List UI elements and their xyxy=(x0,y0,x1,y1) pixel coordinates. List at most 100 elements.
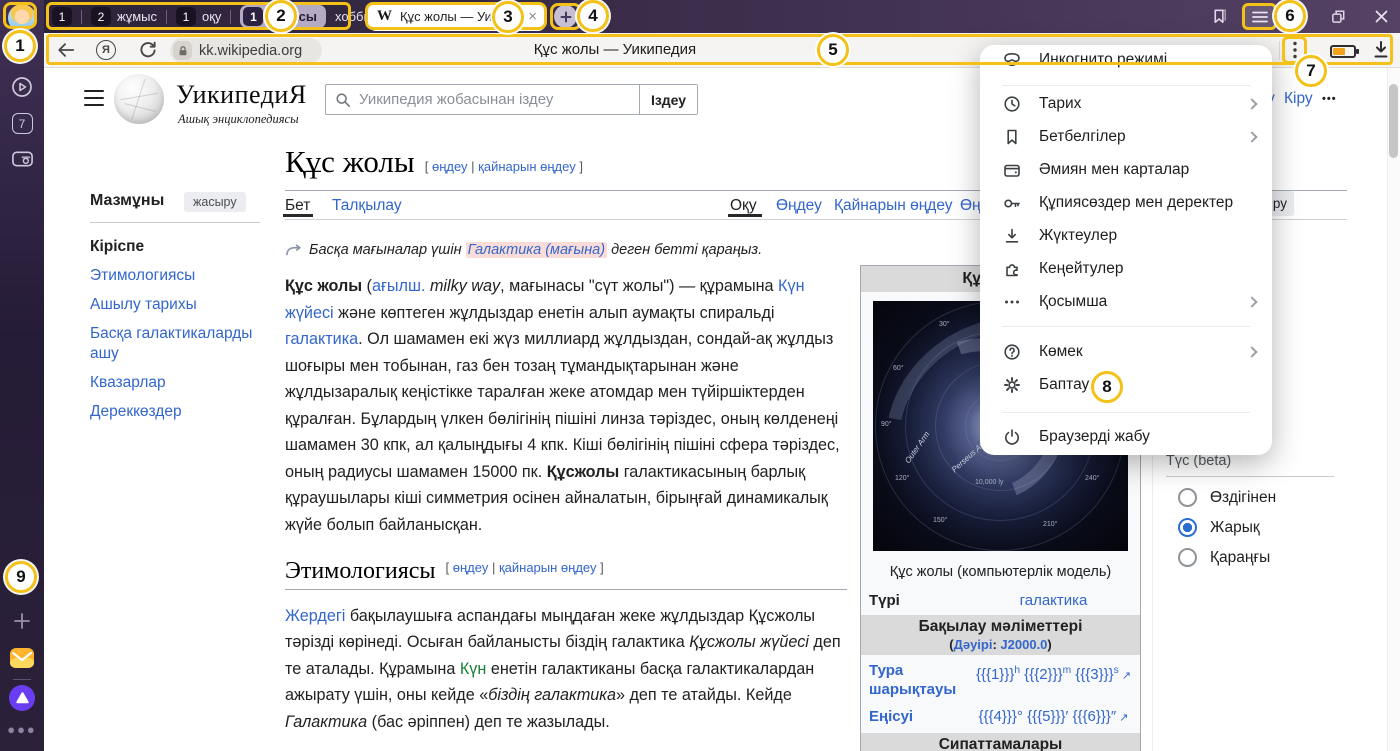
toc-item-quasars[interactable]: Квазарлар xyxy=(90,373,262,393)
wiki-site-title[interactable]: УикипедиЯ xyxy=(176,80,307,110)
wikipedia-logo[interactable] xyxy=(114,74,164,124)
user-avatar[interactable] xyxy=(8,4,36,32)
reload-button[interactable] xyxy=(138,40,157,62)
tab-page[interactable]: Бет xyxy=(285,197,310,215)
video-player-button[interactable] xyxy=(0,76,44,98)
new-tab-button[interactable] xyxy=(554,5,577,28)
url-bar[interactable]: kk.wikipedia.org xyxy=(170,38,322,63)
yandex-button[interactable]: Я xyxy=(96,40,116,60)
degree-label: 150° xyxy=(933,517,947,524)
toc-item-etymology[interactable]: Этимологиясы xyxy=(90,266,262,286)
tab-group-work[interactable]: 2 жұмыс xyxy=(91,7,157,26)
color-option-light[interactable]: Жарық xyxy=(1178,518,1260,537)
hatnote: Басқа мағыналар үшін Галактика (мағына) … xyxy=(285,240,847,260)
tab-edit-source[interactable]: Қайнарын өңдеу xyxy=(834,197,953,215)
tab-read[interactable]: Оқу xyxy=(730,197,757,215)
toc-item-intro[interactable]: Кіріспе xyxy=(90,237,262,257)
section-edit-links[interactable]: [ өңдеу | қайнарын өңдеу ] xyxy=(446,555,604,585)
menu-item-help[interactable]: Көмек xyxy=(980,335,1272,368)
battery-icon[interactable] xyxy=(1330,45,1356,58)
menu-item-history[interactable]: Тарих xyxy=(980,87,1272,120)
appearance-title: Түс (beta) xyxy=(1166,453,1231,469)
menu-item-label: Әмиян мен карталар xyxy=(1039,161,1189,179)
tabs-counter-button[interactable]: 7 xyxy=(0,113,44,134)
toc-item-discovery[interactable]: Ашылу тарихы xyxy=(90,295,262,315)
menu-item-incognito[interactable]: Инкогнито режимі xyxy=(980,47,1272,73)
menu-item-bookmarks[interactable]: Бетбелгілер xyxy=(980,120,1272,153)
tab-group-study[interactable]: 1 оқу xyxy=(176,7,221,26)
toc-item-sources[interactable]: Дереккөздер xyxy=(90,402,262,422)
degree-label: 120° xyxy=(895,475,909,482)
menu-item-passwords[interactable]: Құпиясөздер мен деректер xyxy=(980,186,1272,219)
browser-menu-button[interactable] xyxy=(1245,5,1274,28)
menu-item-downloads[interactable]: Жүктеулер xyxy=(980,219,1272,252)
wiki-site-subtitle: Ашық энциклопедиясы xyxy=(178,112,299,127)
color-option-dark[interactable]: Қараңғы xyxy=(1178,548,1270,567)
ssl-lock-icon[interactable] xyxy=(173,41,192,60)
menu-item-label: Көмек xyxy=(1039,343,1083,361)
menu-item-label: Тарих xyxy=(1039,95,1081,113)
side-panel-bookmarks-icon[interactable] xyxy=(1210,7,1230,29)
incognito-icon xyxy=(1002,50,1022,70)
type-value-link[interactable]: галактика xyxy=(975,591,1132,610)
mail-button[interactable] xyxy=(0,645,44,671)
menu-item-label: Бетбелгілер xyxy=(1039,128,1126,146)
article-edit-links[interactable]: [ өңдеу | қайнарын өңдеу ] xyxy=(425,159,583,177)
chevron-right-icon xyxy=(1246,296,1257,307)
dec-label-link[interactable]: Еңісуі xyxy=(869,707,975,726)
toc-hide-button[interactable]: жасыру xyxy=(184,192,246,212)
menu-item-label: Құпиясөздер мен деректер xyxy=(1039,194,1233,212)
radio-label: Жарық xyxy=(1210,519,1260,537)
ra-value[interactable]: {{{1}}}h {{{2}}}m {{{3}}}s ↗ xyxy=(975,661,1132,686)
section-heading-row: Этимологиясы [ өңдеу | қайнарын өңдеу ] xyxy=(285,555,847,590)
search-button[interactable]: Іздеу xyxy=(639,85,697,114)
screenshot-button[interactable] xyxy=(0,149,44,169)
wiki-more-tools-icon[interactable]: ••• xyxy=(1322,93,1337,105)
menu-item-wallet[interactable]: Әмиян мен карталар xyxy=(980,153,1272,186)
wiki-search-box[interactable]: Уикипедия жобасынан іздеу Іздеу xyxy=(325,84,698,115)
wiki-main-menu-button[interactable] xyxy=(84,90,104,106)
annotation-circle-7: 7 xyxy=(1295,55,1327,87)
epoch-line[interactable]: (Дәуірі: J2000.0) xyxy=(865,637,1136,652)
sidebar-more-icon[interactable]: ●●● xyxy=(0,722,44,737)
menu-item-label: Браузерді жабу xyxy=(1039,428,1150,446)
tab-group-label: жұмыс xyxy=(117,9,157,24)
tab-group-label: хобби xyxy=(335,9,371,24)
radio-icon[interactable] xyxy=(1178,518,1197,537)
restore-icon xyxy=(1330,8,1347,25)
tab-talk[interactable]: Талқылау xyxy=(332,197,402,215)
wallet-icon xyxy=(1002,160,1022,180)
scrollbar-thumb[interactable] xyxy=(1389,84,1398,158)
toc-divider xyxy=(90,222,260,223)
chevron-right-icon xyxy=(1246,346,1257,357)
annotation-circle-8: 8 xyxy=(1091,371,1123,403)
back-button[interactable] xyxy=(56,41,76,62)
color-option-auto[interactable]: Өздігінен xyxy=(1178,488,1276,507)
downloads-button[interactable] xyxy=(1372,40,1390,62)
radio-icon[interactable] xyxy=(1178,488,1197,507)
toc-item-other-galaxies[interactable]: Басқа галактикаларды ашу xyxy=(90,324,262,364)
menu-item-close-browser[interactable]: Браузерді жабу xyxy=(980,420,1272,453)
wiki-toc: Мазмұны жасыру Кіріспе Этимологиясы Ашыл… xyxy=(90,192,262,431)
plus-icon xyxy=(560,11,572,23)
tab-group-collapsed[interactable]: 1 xyxy=(52,7,72,26)
radio-icon[interactable] xyxy=(1178,548,1197,567)
scrollbar-track[interactable] xyxy=(1387,68,1400,751)
wikipedia-favicon: W xyxy=(377,8,392,25)
menu-item-more[interactable]: Қосымша xyxy=(980,285,1272,318)
ra-label-link[interactable]: Тура шарықтауы xyxy=(869,661,975,699)
screenshot-icon xyxy=(11,149,34,169)
tab-close-icon[interactable]: × xyxy=(528,9,537,24)
kebab-menu-icon xyxy=(1290,40,1300,60)
tab-edit[interactable]: Өңдеу xyxy=(776,197,822,215)
ellipsis-icon xyxy=(1002,292,1022,312)
sidebar-add-button[interactable] xyxy=(0,612,44,630)
dec-value[interactable]: {{{4}}}° {{{5}}}′ {{{6}}}″ ↗ xyxy=(975,707,1132,728)
wiki-login-link[interactable]: Кіру xyxy=(1284,90,1313,108)
window-restore-button[interactable] xyxy=(1330,8,1347,28)
search-input[interactable]: Уикипедия жобасынан іздеу xyxy=(359,91,639,108)
alice-assistant-button[interactable] xyxy=(0,685,44,711)
menu-item-extensions[interactable]: Кеңейтулер xyxy=(980,252,1272,285)
window-close-button[interactable] xyxy=(1374,9,1389,27)
menu-item-settings[interactable]: Баптаулар xyxy=(980,368,1272,401)
